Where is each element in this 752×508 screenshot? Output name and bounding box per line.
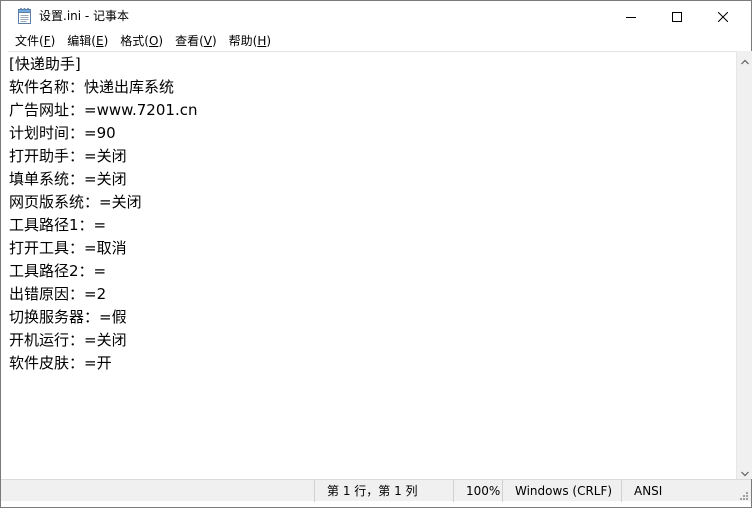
text-line[interactable]: 软件名称：快递出库系统 [9, 76, 174, 99]
close-icon [717, 7, 729, 26]
text-line[interactable]: 工具路径1：= [9, 214, 106, 237]
maximize-button[interactable] [654, 1, 700, 31]
text-line[interactable]: 计划时间：=90 [9, 122, 116, 145]
minimize-button[interactable] [608, 1, 654, 31]
chevron-down-icon [741, 462, 749, 481]
maximize-icon [672, 7, 682, 26]
scroll-up-arrow[interactable] [737, 51, 752, 67]
menu-bar: 文件(F) 编辑(E) 格式(O) 查看(V) 帮助(H) [1, 31, 751, 51]
text-line[interactable]: 打开工具：=取消 [9, 237, 127, 260]
encoding: ANSI [621, 480, 735, 502]
minimize-icon [626, 7, 636, 26]
menu-format[interactable]: 格式(O) [114, 31, 169, 51]
line-ending: Windows (CRLF) [502, 480, 622, 502]
cursor-position: 第 1 行，第 1 列 [314, 480, 454, 502]
text-line[interactable]: 广告网址：=www.7201.cn [9, 99, 197, 122]
text-line[interactable]: 开机运行：=关闭 [9, 329, 127, 352]
text-line[interactable]: 切换服务器：=假 [9, 306, 127, 329]
text-line[interactable]: 填单系统：=关闭 [9, 168, 127, 191]
close-button[interactable] [700, 1, 746, 31]
menu-edit[interactable]: 编辑(E) [61, 31, 114, 51]
menu-file[interactable]: 文件(F) [9, 31, 61, 51]
text-line[interactable]: 网页版系统：=关闭 [9, 191, 142, 214]
notepad-icon [17, 7, 33, 25]
chevron-up-icon [741, 50, 749, 69]
notepad-window: 设置.ini - 记事本 文件(F) 编辑(E) 格式(O) 查看(V) 帮助(… [0, 0, 752, 508]
text-line[interactable]: 出错原因：=2 [9, 283, 106, 306]
zoom-level: 100% [453, 480, 503, 502]
text-editor[interactable]: [快递助手] 软件名称：快递出库系统 广告网址：=www.7201.cn 计划时… [8, 51, 736, 479]
menu-help[interactable]: 帮助(H) [223, 31, 277, 51]
resize-grip-icon[interactable] [737, 486, 749, 500]
scroll-down-arrow[interactable] [737, 463, 752, 479]
text-line[interactable]: 打开助手：=关闭 [9, 145, 127, 168]
text-line[interactable]: 工具路径2：= [9, 260, 106, 283]
window-title: 设置.ini - 记事本 [39, 9, 130, 23]
text-line[interactable]: 软件皮肤：=开 [9, 352, 112, 375]
text-line[interactable]: [快递助手] [9, 53, 81, 76]
vertical-scrollbar[interactable] [736, 51, 752, 479]
title-bar[interactable]: 设置.ini - 记事本 [1, 1, 751, 31]
menu-view[interactable]: 查看(V) [169, 31, 223, 51]
status-bar: 第 1 行，第 1 列 100% Windows (CRLF) ANSI [1, 479, 751, 502]
